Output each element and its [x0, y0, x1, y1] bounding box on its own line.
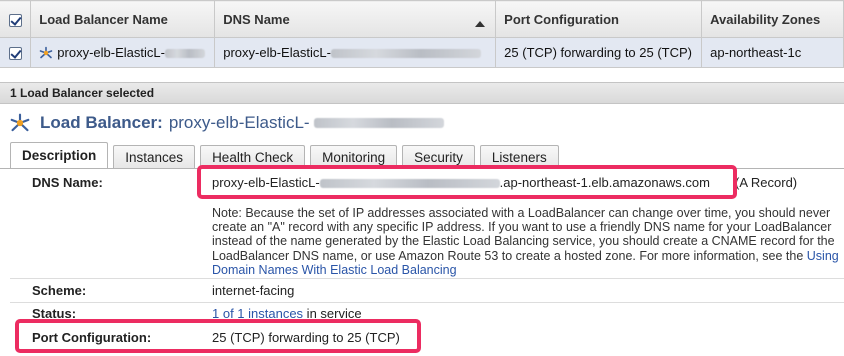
- row-name-text: proxy-elb-ElasticL-: [57, 44, 165, 60]
- tab-instances[interactable]: Instances: [113, 145, 196, 169]
- dns-record-type: (A Record): [735, 175, 798, 190]
- tab-description[interactable]: Description: [10, 142, 109, 169]
- scheme-value: internet-facing: [212, 283, 295, 298]
- header-dns-name-label: DNS Name: [223, 11, 290, 27]
- header-port-configuration[interactable]: Port Configuration: [495, 0, 703, 38]
- sort-ascending-icon[interactable]: [475, 21, 486, 27]
- detail-title: Load Balancer: proxy-elb-ElasticL-: [10, 112, 444, 134]
- selection-status-bar: 1 Load Balancer selected: [0, 82, 844, 104]
- scheme-label: Scheme:: [32, 283, 87, 298]
- header-availability-zones[interactable]: Availability Zones: [701, 0, 844, 38]
- load-balancer-icon: [39, 46, 53, 60]
- row-checkbox-icon[interactable]: [8, 47, 22, 61]
- header-load-balancer-name[interactable]: Load Balancer Name: [30, 0, 216, 38]
- redacted-title-name: [313, 118, 444, 128]
- dns-name-highlight: [197, 165, 737, 199]
- row-zone-cell[interactable]: ap-northeast-1c: [701, 37, 844, 68]
- row-dns-text: proxy-elb-ElasticL-: [223, 45, 331, 60]
- row-name-cell[interactable]: proxy-elb-ElasticL-: [30, 37, 216, 68]
- row-port-cell[interactable]: 25 (TCP) forwarding to 25 (TCP): [495, 37, 703, 68]
- port-configuration-highlight: [15, 319, 421, 353]
- load-balancer-icon: [10, 113, 30, 132]
- table-row[interactable]: proxy-elb-ElasticL- proxy-elb-ElasticL- …: [0, 37, 844, 68]
- select-all-checkbox-icon[interactable]: [8, 13, 22, 27]
- header-dns-name[interactable]: DNS Name: [214, 0, 497, 38]
- dns-note-text: Note: Because the set of IP addresses as…: [212, 206, 835, 263]
- dns-name-label: DNS Name:: [32, 175, 103, 190]
- divider: [10, 302, 844, 303]
- detail-title-label: Load Balancer:: [40, 113, 163, 132]
- redacted-name: [164, 48, 205, 58]
- table-header-row: Load Balancer Name DNS Name Port Configu…: [0, 0, 844, 38]
- select-all-cell[interactable]: [0, 0, 32, 38]
- divider: [10, 278, 844, 279]
- load-balancer-table: Load Balancer Name DNS Name Port Configu…: [0, 0, 844, 68]
- detail-title-name: proxy-elb-ElasticL-: [168, 113, 310, 132]
- row-select-cell[interactable]: [0, 37, 32, 68]
- redacted-dns: [330, 49, 481, 59]
- row-dns-cell[interactable]: proxy-elb-ElasticL-: [214, 37, 497, 68]
- dns-note: Note: Because the set of IP addresses as…: [212, 206, 840, 277]
